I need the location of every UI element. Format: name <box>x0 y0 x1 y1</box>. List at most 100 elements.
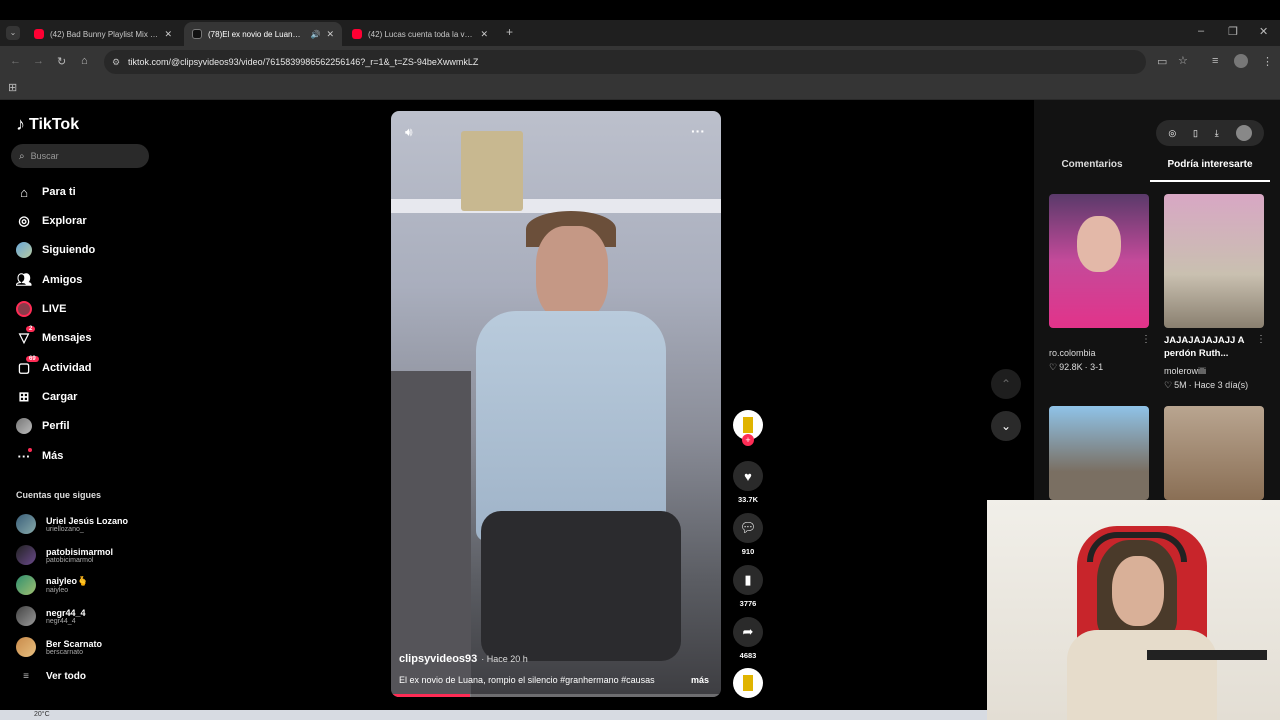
progress-track[interactable] <box>391 694 721 697</box>
bookmark-star-icon[interactable]: ☆ <box>1178 54 1188 67</box>
avatar <box>16 606 36 626</box>
heart-outline-icon: ♡ <box>1049 362 1058 372</box>
close-tab-icon[interactable]: ✕ <box>480 29 488 40</box>
music-disc-icon <box>733 668 763 698</box>
tab-title: (42) Lucas cuenta toda la verda <box>368 29 475 39</box>
card-title[interactable]: JAJAJAJAJAJJ A perdón Ruth... <box>1164 334 1258 361</box>
address-bar[interactable]: ⚙ tiktok.com/@clipsyvideos93/video/76158… <box>104 50 1146 74</box>
new-tab-icon[interactable]: + <box>506 25 513 39</box>
menu-dots-icon[interactable]: ⋮ <box>1262 55 1273 68</box>
share-icon: ➦ <box>733 617 763 647</box>
follow-plus-icon[interactable]: + <box>742 434 754 446</box>
download-icon[interactable]: ⤓ <box>1215 128 1219 139</box>
comment-count: 910 <box>741 547 755 556</box>
compass-icon[interactable]: ◎ <box>1168 128 1176 139</box>
close-tab-icon[interactable]: ✕ <box>326 29 334 40</box>
panel-toolbar: ◎ ▯ ⤓ <box>1156 120 1264 146</box>
media-icon[interactable]: ≡ <box>1212 55 1218 67</box>
close-tab-icon[interactable]: ✕ <box>164 29 172 40</box>
friends-icon: 👥︎ <box>15 272 33 287</box>
chevron-down-icon[interactable]: ⌄ <box>991 411 1021 441</box>
card-options-icon[interactable]: ⋮ <box>1141 334 1151 345</box>
reload-icon[interactable]: ↻ <box>57 55 66 68</box>
save-button[interactable]: ▮ 3776 <box>733 565 763 608</box>
tab-tiktok[interactable]: (78)El ex novio de Luana, ro 🔊 ✕ <box>184 22 342 46</box>
following-item[interactable]: Ber Scarnato berscarnato <box>16 637 102 657</box>
see-all-link[interactable]: ≡ Ver todo <box>16 671 86 682</box>
tab-podria-interesarte[interactable]: Podría interesarte <box>1150 156 1270 182</box>
share-count: 4683 <box>739 651 757 660</box>
nav-actividad[interactable]: ▢ 69 Actividad <box>16 356 92 376</box>
profile-avatar[interactable] <box>1235 125 1252 141</box>
url-text: tiktok.com/@clipsyvideos93/video/7615839… <box>128 57 479 67</box>
card-author[interactable]: ro.colombia <box>1049 348 1096 358</box>
following-item[interactable]: patobisimarmol patobicimarmol <box>16 545 113 565</box>
following-item[interactable]: negr44_4 negr44_4 <box>16 606 86 626</box>
headphones <box>1087 532 1187 562</box>
shorts <box>481 511 681 661</box>
card-options-icon[interactable]: ⋮ <box>1256 334 1266 345</box>
share-button[interactable]: ➦ 4683 <box>733 617 763 660</box>
nav-amigos[interactable]: 👥︎ Amigos <box>15 272 83 288</box>
video-caption: El ex novio de Luana, rompio el silencio… <box>399 675 655 685</box>
nav-live[interactable]: LIVE <box>16 301 66 317</box>
minimize-icon[interactable]: – <box>1198 25 1204 37</box>
volume-icon[interactable]: 🔊︎ <box>405 125 413 140</box>
following-item[interactable]: naiyleo🫰 naiyleo <box>16 575 88 595</box>
nav-label: Mensajes <box>42 332 92 344</box>
apps-grid-icon[interactable]: ⊞ <box>8 81 17 94</box>
avatar <box>16 514 36 534</box>
profile-browser-avatar[interactable] <box>1234 54 1248 68</box>
tiktok-logo[interactable]: ♪ TikTok <box>16 114 79 135</box>
creator-avatar[interactable]: + <box>733 410 763 446</box>
recommended-thumbnail[interactable] <box>1164 194 1264 328</box>
face <box>1112 556 1164 626</box>
tab-comentarios[interactable]: Comentarios <box>1034 156 1150 182</box>
tab-bad-bunny[interactable]: (42) Bad Bunny Playlist Mix - C ✕ <box>26 22 180 46</box>
chevron-up-icon[interactable]: ⌃ <box>991 369 1021 399</box>
following-name: patobisimarmol <box>46 546 114 557</box>
following-title: Cuentas que sigues <box>16 490 102 500</box>
tab-search-icon[interactable]: ⌄ <box>6 26 20 40</box>
recommended-thumbnail[interactable] <box>1164 406 1264 500</box>
nav-explorar[interactable]: ◎ Explorar <box>16 213 86 229</box>
recommended-thumbnail[interactable] <box>1049 406 1149 500</box>
back-icon[interactable]: ← <box>10 55 21 67</box>
card-author[interactable]: molerowilli <box>1164 366 1206 376</box>
search-placeholder: Buscar <box>30 151 59 161</box>
nav-label: Cargar <box>42 391 78 403</box>
phone-icon[interactable]: ▯ <box>1193 128 1198 139</box>
following-handle: uriellozano_ <box>46 525 84 533</box>
nav-para-ti[interactable]: ⌂ Para ti <box>16 184 76 200</box>
tab-lucas[interactable]: (42) Lucas cuenta toda la verda ✕ <box>344 22 496 46</box>
following-item[interactable]: Uriel Jesús Lozano uriellozano_ <box>16 514 128 534</box>
nav-mas[interactable]: ··· Más <box>16 448 63 464</box>
video-author[interactable]: clipsyvideos93 <box>399 653 477 665</box>
sound-disc[interactable] <box>733 668 763 698</box>
nav-perfil[interactable]: Perfil <box>16 418 70 434</box>
maximize-icon[interactable]: ❐ <box>1228 25 1238 38</box>
forward-icon[interactable]: → <box>33 55 44 67</box>
following-handle: negr44_4 <box>46 617 76 625</box>
close-window-icon[interactable]: ✕ <box>1259 25 1268 38</box>
nav-mensajes[interactable]: ▽ 2 Mensajes <box>16 326 92 346</box>
recommended-thumbnail[interactable] <box>1049 194 1149 328</box>
caption-more-button[interactable]: más <box>691 675 709 685</box>
thumb-face <box>1077 216 1121 272</box>
card-likes: 5M <box>1174 380 1187 390</box>
video-player[interactable]: 🔊︎ ··· clipsyvideos93 · Hace 20 h El ex … <box>391 111 721 697</box>
install-icon[interactable]: ▭ <box>1157 55 1167 68</box>
search-box[interactable]: ⌕ Buscar <box>11 144 149 168</box>
bookmark-icon: ▮ <box>733 565 763 595</box>
speaker-icon[interactable]: 🔊 <box>310 30 320 39</box>
site-info-icon[interactable]: ⚙ <box>112 57 120 68</box>
following-handle: berscarnato <box>46 648 83 656</box>
more-options-icon[interactable]: ··· <box>691 123 705 139</box>
panel-tabs: Comentarios Podría interesarte <box>1034 156 1280 182</box>
home-browser-icon[interactable]: ⌂ <box>81 55 88 67</box>
like-button[interactable]: ♥ 33.7K <box>733 461 763 504</box>
comment-button[interactable]: 💬︎ 910 <box>733 513 763 556</box>
card-likes: 92.8K <box>1059 362 1083 372</box>
nav-siguiendo[interactable]: Siguiendo <box>16 242 95 258</box>
nav-cargar[interactable]: ⊞ Cargar <box>16 389 78 405</box>
